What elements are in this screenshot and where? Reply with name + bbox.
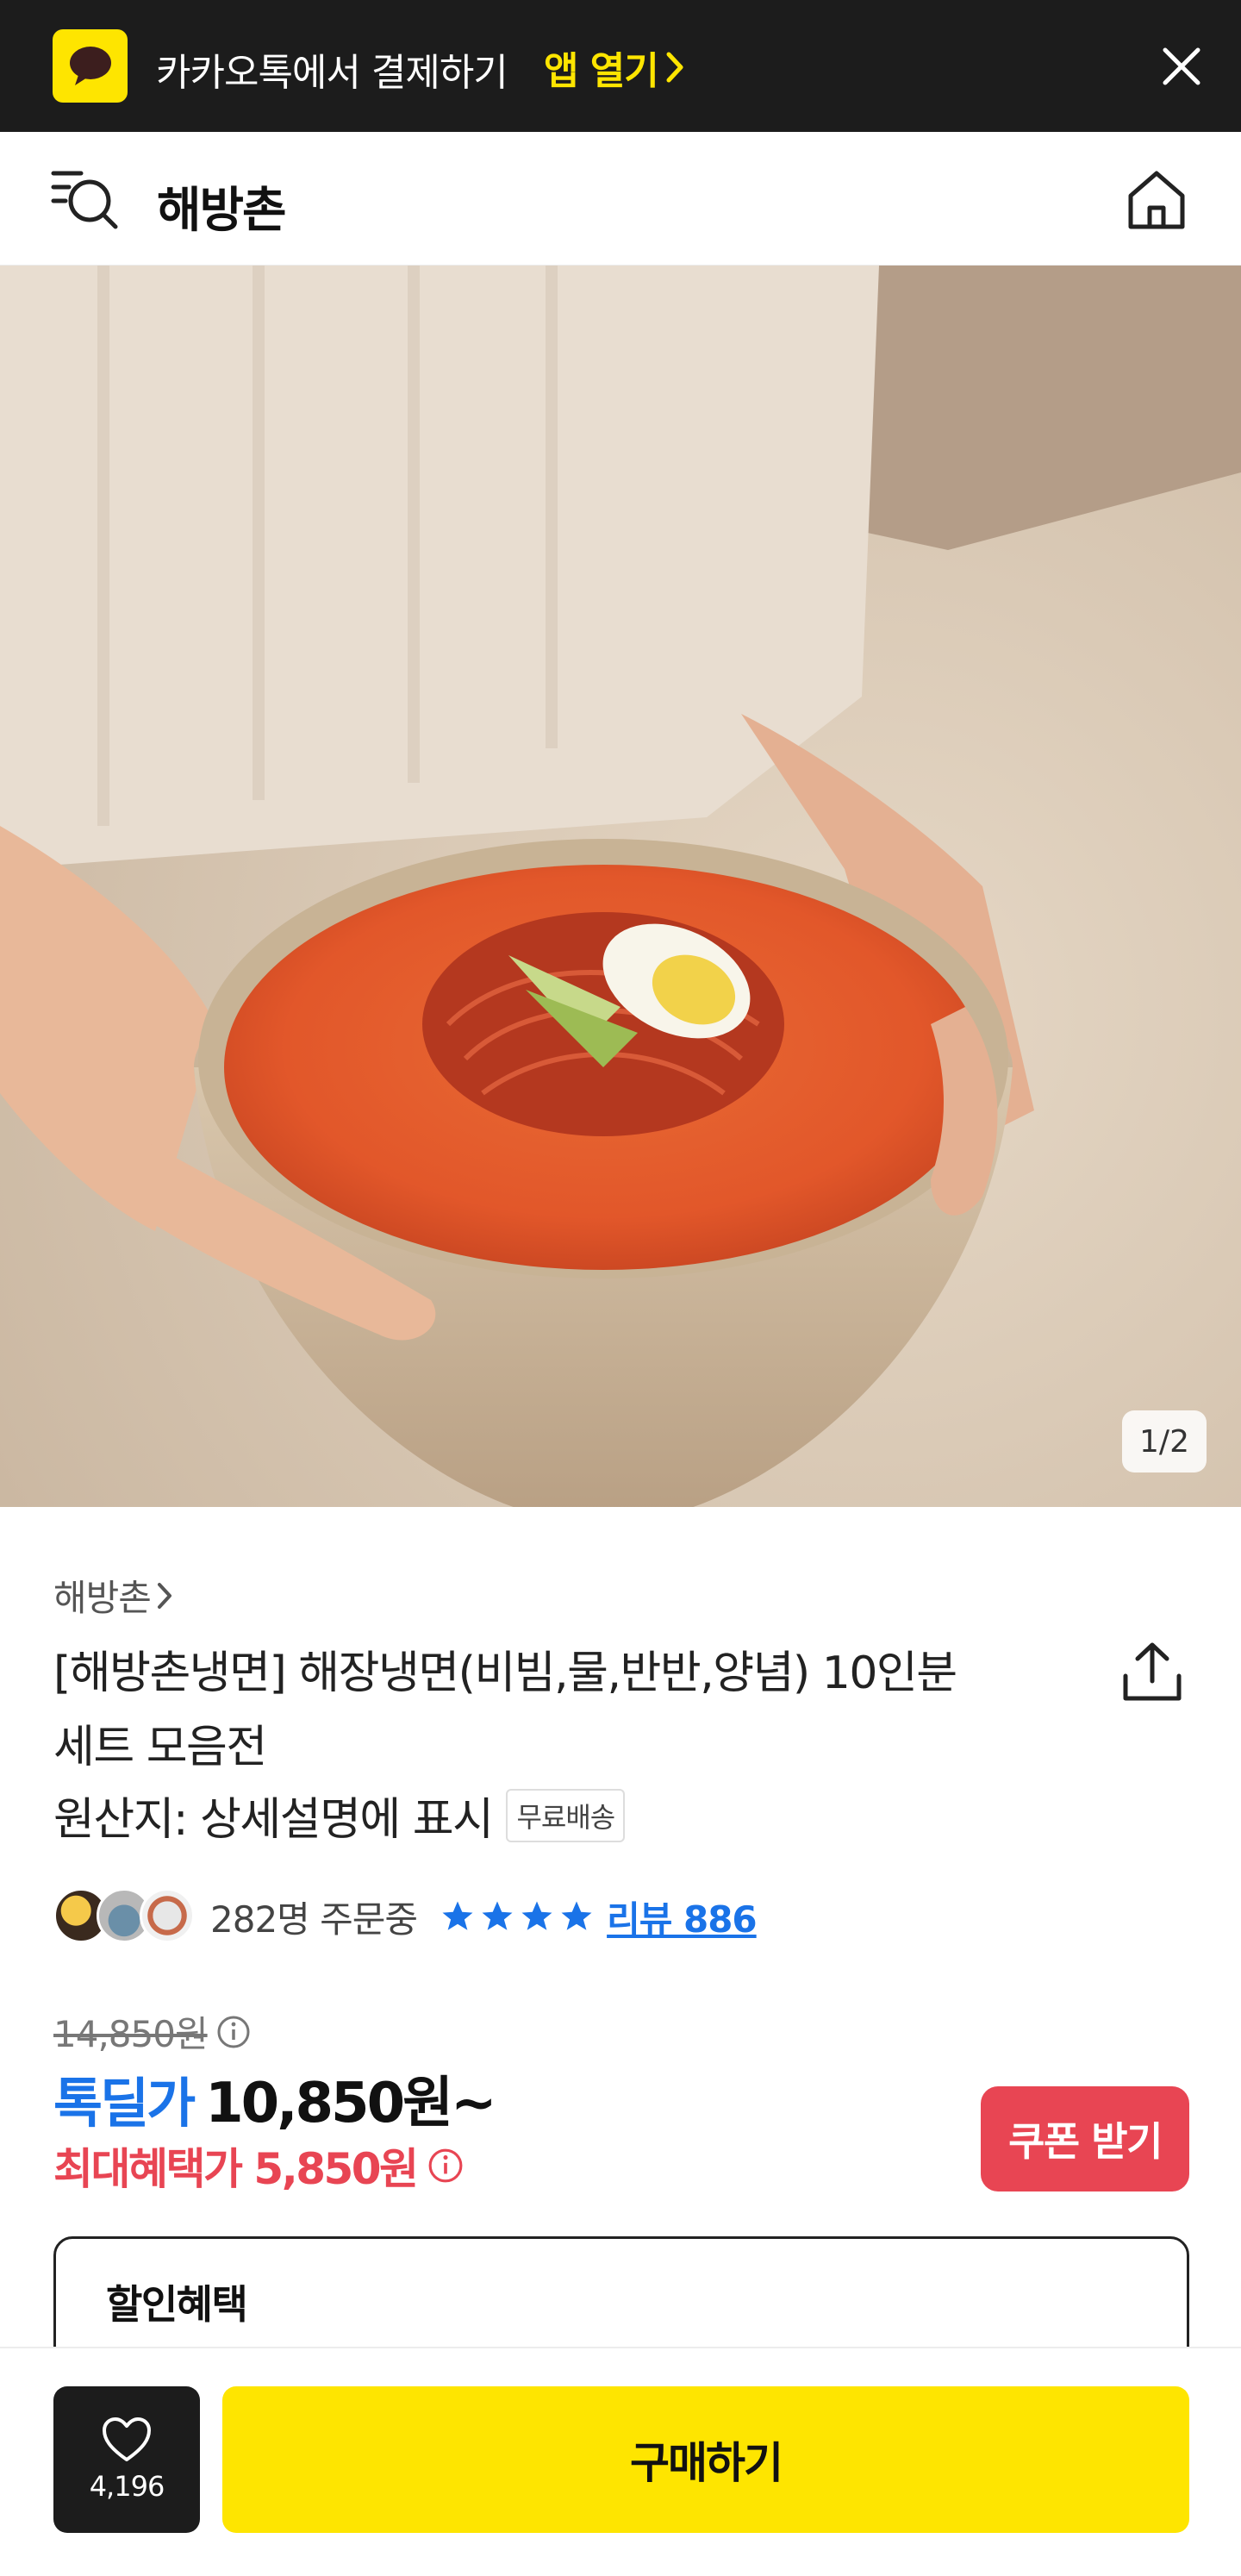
star-icon xyxy=(482,1901,513,1930)
home-icon[interactable] xyxy=(1122,165,1191,234)
star-icon xyxy=(442,1901,473,1930)
buy-button[interactable]: 구매하기 xyxy=(222,2386,1189,2533)
product-title: [해방촌냉면] 해장냉면(비빔,물,반반,양념) 10인분 세트 모음전 xyxy=(53,1636,1001,1785)
origin-line: 원산지: 상세설명에 표시 무료배송 xyxy=(53,1783,626,1848)
review-link[interactable]: 리뷰 886 xyxy=(607,1891,758,1943)
store-header: 해방촌 xyxy=(0,132,1241,266)
avatar xyxy=(140,1888,195,1943)
product-photo xyxy=(0,266,1241,1507)
menu-search-icon[interactable] xyxy=(50,166,121,232)
image-page-indicator: 1/2 xyxy=(1122,1410,1207,1472)
star-icon xyxy=(561,1901,592,1930)
info-icon[interactable] xyxy=(427,2148,464,2184)
kakaotalk-icon xyxy=(53,29,128,103)
product-title-line1: [해방촌냉면] 해장냉면(비빔,물,반반,양념) 10인분 xyxy=(53,1648,957,1699)
wish-button[interactable]: 4,196 xyxy=(53,2386,200,2533)
order-count: 282명 주문중 xyxy=(210,1898,418,1941)
deal-price: 10,850원~ xyxy=(205,2072,496,2135)
star-icon xyxy=(521,1901,552,1930)
original-price-value: 14,850원 xyxy=(53,2013,209,2055)
brand-link[interactable]: 해방촌 xyxy=(53,1569,173,1622)
wish-count: 4,196 xyxy=(89,2470,165,2503)
chevron-right-icon xyxy=(666,52,683,83)
banner-text: 카카오톡에서 결제하기 xyxy=(156,51,508,95)
heart-icon xyxy=(103,2417,151,2461)
origin-text: 원산지: 상세설명에 표시 xyxy=(53,1794,494,1846)
buyer-avatars xyxy=(53,1888,198,1945)
bottom-action-bar: 4,196 구매하기 xyxy=(0,2347,1241,2576)
brand-name: 해방촌 xyxy=(53,1577,152,1619)
max-benefit-price: 최대혜택가 5,850원 xyxy=(53,2135,464,2197)
store-title[interactable]: 해방촌 xyxy=(157,172,287,241)
original-price: 14,850원 xyxy=(53,2005,251,2058)
free-shipping-badge: 무료배송 xyxy=(506,1788,626,1842)
product-title-line2: 세트 모음전 xyxy=(53,1722,267,1773)
discount-title: 할인혜택 xyxy=(106,2281,248,2328)
product-image-carousel[interactable]: 1/2 xyxy=(0,266,1241,1507)
coupon-button[interactable]: 쿠폰 받기 xyxy=(981,2086,1189,2191)
close-icon[interactable] xyxy=(1157,41,1207,91)
social-proof-row: 282명 주문중 리뷰 886 xyxy=(53,1886,758,1947)
deal-label: 톡딜가 xyxy=(53,2072,196,2135)
max-benefit-text: 최대혜택가 5,850원 xyxy=(53,2144,419,2194)
deal-price-row: 톡딜가 10,850원~ xyxy=(53,2059,497,2138)
info-icon[interactable] xyxy=(216,2015,251,2049)
chevron-right-icon xyxy=(157,1582,171,1609)
rating-stars xyxy=(440,1898,595,1935)
open-app-link[interactable]: 앱 열기 xyxy=(544,40,684,95)
share-icon[interactable] xyxy=(1119,1638,1186,1705)
open-app-label: 앱 열기 xyxy=(544,49,659,93)
app-open-banner[interactable]: 카카오톡에서 결제하기 앱 열기 xyxy=(0,0,1241,132)
